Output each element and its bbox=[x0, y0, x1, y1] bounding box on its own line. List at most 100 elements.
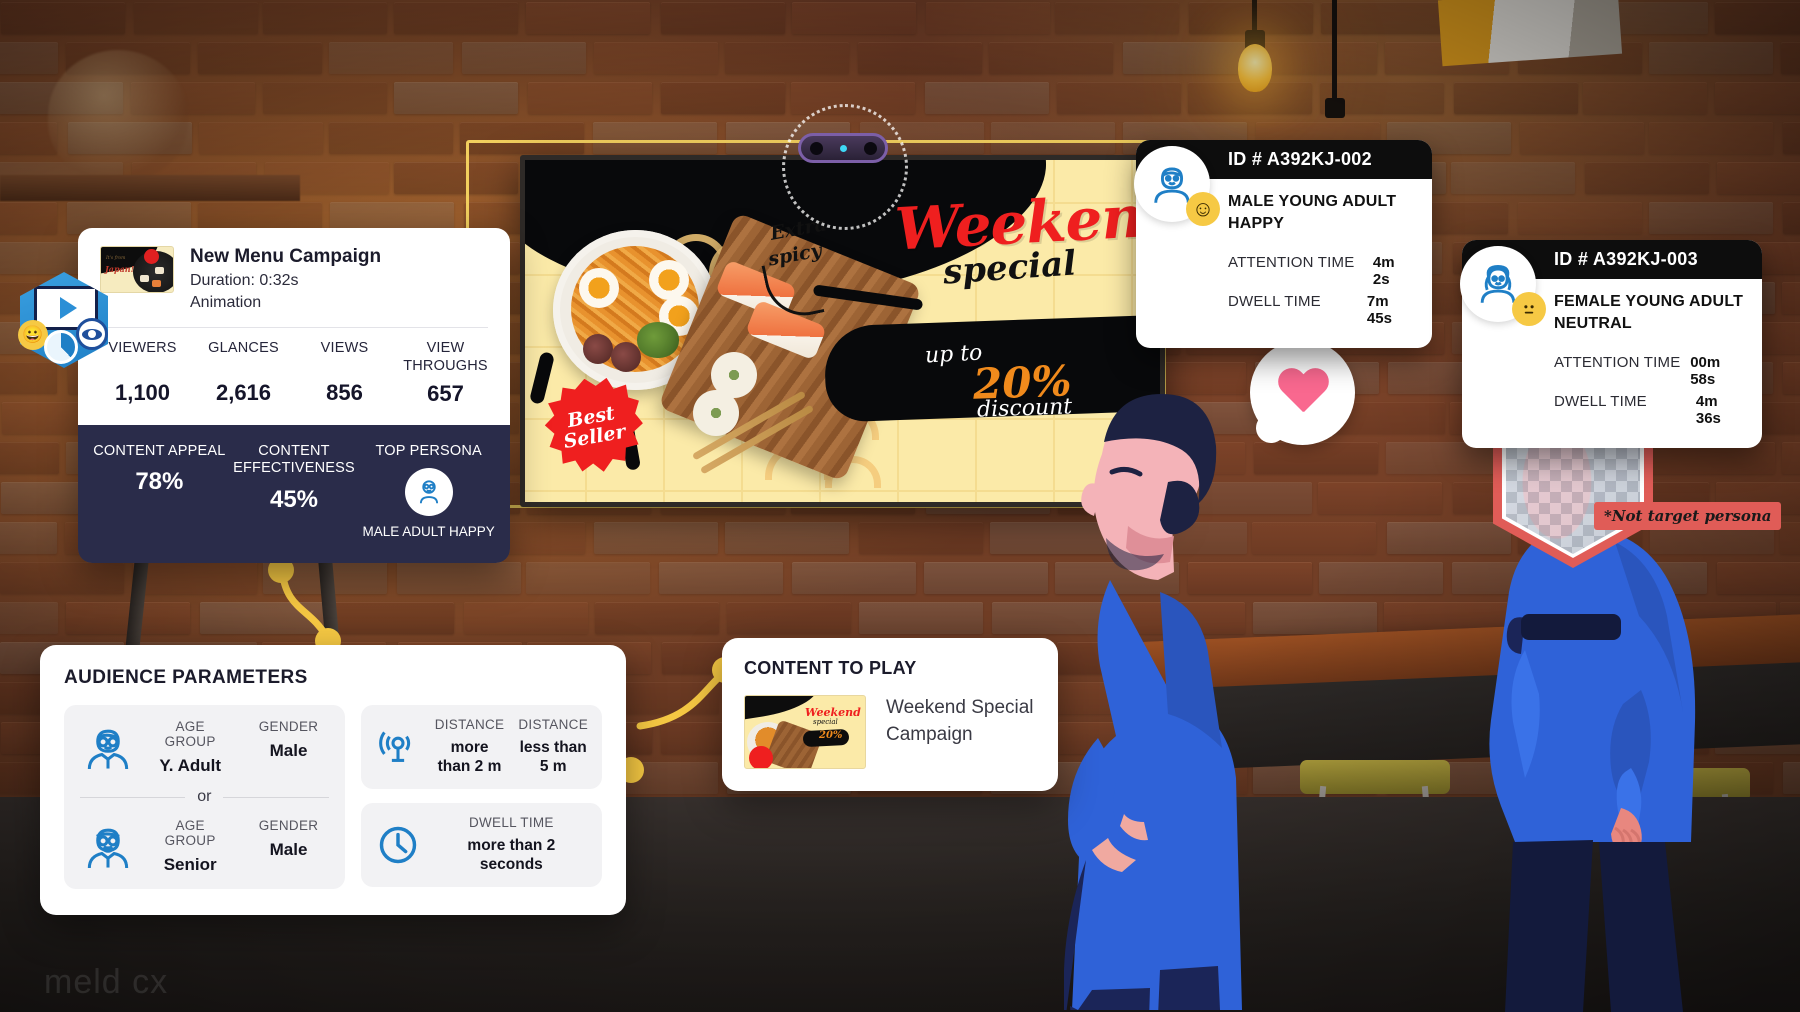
campaign-analytics-card[interactable]: It's from Japan! New Menu Campaign Durat… bbox=[78, 228, 510, 564]
attention-time-row-003: ATTENTION TIME 00m 58s bbox=[1554, 354, 1744, 388]
content-appeal-label: CONTENT APPEAL bbox=[93, 442, 226, 459]
emotion-bubble-positive bbox=[1250, 340, 1355, 445]
metric-viewers-label: VIEWERS bbox=[108, 340, 177, 357]
dwell-time-label-002: DWELL TIME bbox=[1228, 293, 1321, 311]
dwell-time-label-003: DWELL TIME bbox=[1554, 393, 1647, 411]
ctp-thumb-sub: special bbox=[813, 718, 838, 726]
metric-view-throughs-label: VIEW THROUGHS bbox=[403, 340, 488, 374]
detected-person-card-002[interactable]: ID # A392KJ-002 MALE YOUNG ADULT HAPPY A… bbox=[1134, 140, 1432, 349]
persona-1-age-value: Y. Adult bbox=[159, 756, 222, 775]
distance-max-label: DISTANCE bbox=[518, 717, 588, 732]
campaign-card-header: It's from Japan! New Menu Campaign Durat… bbox=[78, 228, 510, 329]
dwell-time-row-003: DWELL TIME 4m 36s bbox=[1554, 393, 1744, 427]
dwell-time-value-003: 4m 36s bbox=[1695, 393, 1721, 428]
top-persona-label: TOP PERSONA bbox=[375, 442, 482, 459]
person-male-viewer bbox=[1064, 394, 1242, 1010]
distance-condition[interactable]: DISTANCE more than 2 m DISTANCE less tha… bbox=[360, 705, 602, 789]
content-effectiveness-label: CONTENT EFFECTIVENESS bbox=[233, 442, 355, 477]
campaign-type: Animation bbox=[190, 293, 262, 311]
metric-view-throughs: VIEW THROUGHS 657 bbox=[395, 340, 496, 407]
content-to-play-title: CONTENT TO PLAY bbox=[744, 658, 917, 678]
metric-views-label: VIEWS bbox=[320, 340, 369, 357]
camera-field-of-view-ring bbox=[782, 104, 908, 230]
maki-2 bbox=[693, 390, 739, 436]
content-to-play-thumbnail[interactable]: Weekend special 20% bbox=[744, 695, 866, 769]
heart-icon bbox=[1277, 369, 1329, 417]
metric-viewers: VIEWERS 1,100 bbox=[92, 340, 193, 407]
pie-chart-icon bbox=[44, 330, 78, 364]
persona-face-icon bbox=[419, 480, 438, 504]
persona-option-1[interactable]: AGE GROUP Y. Adult GENDER Male bbox=[80, 719, 329, 776]
camera-sensor[interactable] bbox=[798, 133, 888, 163]
camera-lens-right bbox=[863, 141, 877, 155]
person-metrics-002: ATTENTION TIME 4m 2s DWELL TIME 7m 45s bbox=[1228, 254, 1414, 327]
metric-content-appeal: CONTENT APPEAL 78% bbox=[92, 443, 227, 541]
metric-top-persona: TOP PERSONA MALE ADULT HAPPY bbox=[361, 443, 496, 541]
persona-2-gender-value: Male bbox=[269, 840, 308, 859]
distance-min-value: more than 2 m bbox=[437, 739, 502, 776]
dwell-time-condition[interactable]: DWELL TIME more than 2 seconds bbox=[360, 802, 602, 887]
metric-content-effectiveness: CONTENT EFFECTIVENESS 45% bbox=[227, 443, 362, 541]
campaign-title: New Menu Campaign bbox=[190, 246, 382, 267]
thumb-text-large: Japan! bbox=[105, 264, 135, 274]
content-to-play-panel[interactable]: CONTENT TO PLAY Weekend special 20% Week… bbox=[722, 638, 1058, 791]
persona-2-age-label: AGE GROUP bbox=[164, 818, 216, 848]
dwell-label: DWELL TIME bbox=[468, 814, 554, 830]
campaign-duration: Duration: 0:32s bbox=[190, 272, 299, 289]
brand-watermark: meld cx bbox=[44, 963, 169, 1001]
proximity-sensor-icon bbox=[378, 731, 410, 762]
emotion-emoji-002: ☺ bbox=[1186, 192, 1220, 226]
person-persona-003: FEMALE YOUNG ADULT NEUTRAL bbox=[1554, 293, 1744, 332]
background-shelf bbox=[0, 175, 300, 201]
campaign-metrics-row: VIEWERS 1,100 GLANCES 2,616 VIEWS 856 VI… bbox=[78, 328, 510, 425]
persona-or-divider: or bbox=[80, 788, 329, 806]
persona-2-age-value: Senior bbox=[163, 855, 217, 874]
distance-max-value: less than 5 m bbox=[519, 739, 587, 776]
top-persona-value: MALE ADULT HAPPY bbox=[362, 524, 495, 540]
metric-views: VIEWS 856 bbox=[294, 340, 395, 407]
pendant-socket-2 bbox=[1325, 98, 1345, 118]
dwell-value: more than 2 seconds bbox=[467, 836, 556, 874]
persona-2-gender-label: GENDER bbox=[258, 818, 319, 833]
persona-1-gender-value: Male bbox=[269, 741, 308, 760]
attention-time-value-002: 4m 2s bbox=[1372, 254, 1395, 289]
content-to-play-item-name: Weekend Special Campaign bbox=[886, 697, 1034, 745]
persona-1-age: AGE GROUP Y. Adult bbox=[150, 719, 230, 776]
play-triangle-icon bbox=[59, 297, 77, 319]
distance-max: DISTANCE less than 5 m bbox=[518, 717, 588, 777]
attention-time-label-003: ATTENTION TIME bbox=[1554, 354, 1681, 372]
persona-2-age: AGE GROUP Senior bbox=[150, 818, 230, 875]
person-persona-002: MALE YOUNG ADULT HAPPY bbox=[1228, 193, 1397, 232]
or-label: or bbox=[197, 788, 212, 805]
pendant-cord-2 bbox=[1332, 0, 1337, 100]
persona-1-age-label: AGE GROUP bbox=[164, 719, 216, 749]
metric-views-value: 856 bbox=[326, 380, 363, 406]
ctp-thumb-offer: 20% bbox=[819, 730, 843, 741]
distance-min-label: DISTANCE bbox=[434, 717, 505, 732]
dwell-time-value-002: 7m 45s bbox=[1366, 293, 1392, 328]
background-lamp-shade bbox=[48, 50, 188, 180]
distance-min: DISTANCE more than 2 m bbox=[435, 717, 505, 777]
content-appeal-value: 78% bbox=[135, 468, 184, 496]
audience-parameters-panel[interactable]: AUDIENCE PARAMETERS AGE GROUP Y. Adult G… bbox=[40, 645, 626, 915]
detected-person-card-003[interactable]: ID # A392KJ-003 FEMALE YOUNG ADULT NEUTR… bbox=[1460, 240, 1762, 449]
scene-root: Weekend special up to 20% discount Extra… bbox=[0, 0, 1800, 1012]
campaign-thumbnail[interactable]: It's from Japan! bbox=[100, 246, 174, 293]
neutral-face-icon bbox=[1524, 305, 1534, 314]
person-metrics-003: ATTENTION TIME 00m 58s DWELL TIME 4m 36s bbox=[1554, 354, 1744, 427]
dwell-time-row-002: DWELL TIME 7m 45s bbox=[1228, 293, 1414, 327]
thumb-text-small: It's from bbox=[106, 256, 126, 261]
metric-glances-label: GLANCES bbox=[208, 340, 279, 357]
attention-time-row-002: ATTENTION TIME 4m 2s bbox=[1228, 254, 1414, 288]
senior-face-icon bbox=[87, 828, 129, 868]
young-adult-face-icon bbox=[87, 729, 129, 769]
emotion-emoji-003 bbox=[1512, 292, 1546, 326]
attention-time-value-003: 00m 58s bbox=[1690, 354, 1721, 389]
camera-lens-left bbox=[809, 141, 823, 155]
pendant-cord-1 bbox=[1252, 0, 1257, 32]
pendant-bulb-1 bbox=[1238, 44, 1272, 92]
persona-1-gender-label: GENDER bbox=[258, 719, 319, 734]
persona-1-gender: GENDER Male bbox=[248, 719, 328, 776]
persona-option-2[interactable]: AGE GROUP Senior GENDER Male bbox=[80, 818, 329, 875]
persona-2-gender: GENDER Male bbox=[248, 818, 328, 875]
